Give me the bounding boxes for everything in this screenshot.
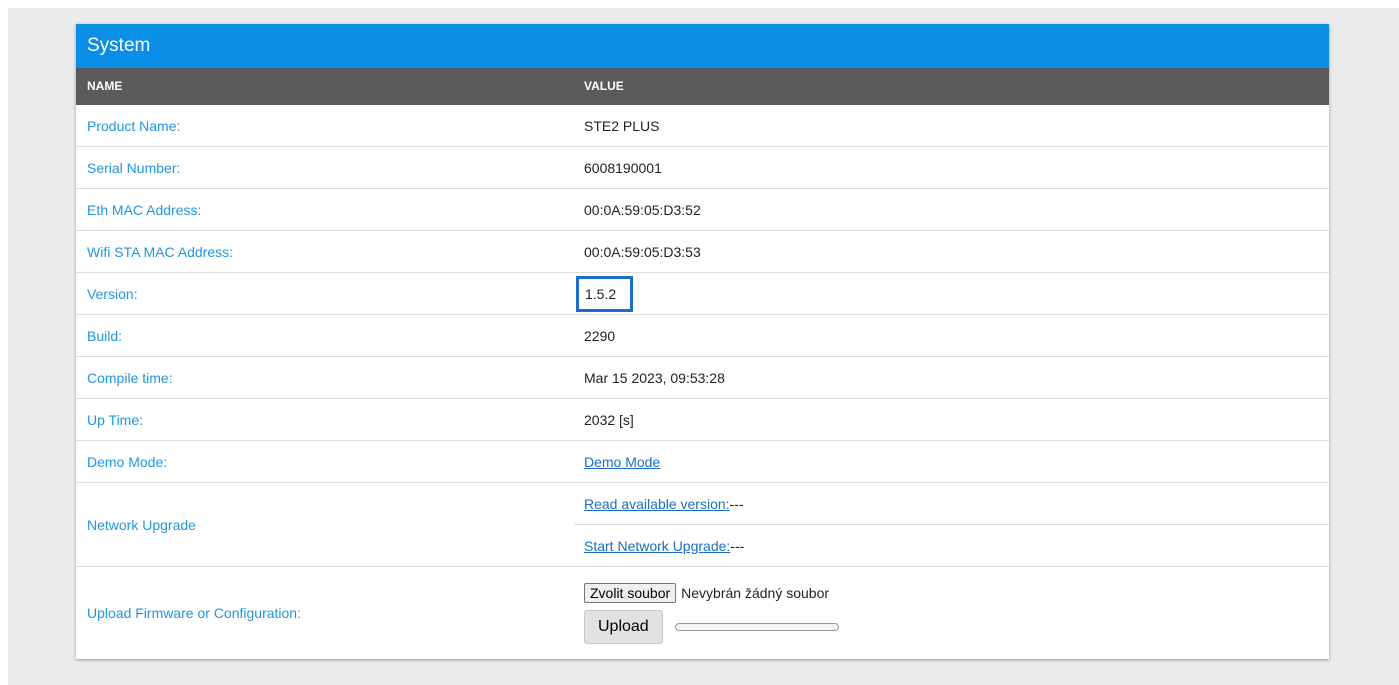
start-upgrade-cell: Start Network Upgrade:--- [574, 524, 1329, 567]
table-row: Upload Firmware or Configuration: Zvolit… [76, 566, 1329, 659]
wifi-mac-value: 00:0A:59:05:D3:53 [574, 230, 1329, 273]
demo-mode-cell: Demo Mode [574, 440, 1329, 483]
demo-mode-label: Demo Mode: [76, 440, 574, 483]
version-value-highlight: 1.5.2 [576, 275, 634, 312]
table-row: Version: 1.5.2 [76, 272, 1329, 315]
eth-mac-label: Eth MAC Address: [76, 188, 574, 231]
upload-label: Upload Firmware or Configuration: [76, 566, 574, 659]
no-file-text: Nevybrán žádný soubor [681, 584, 830, 601]
product-name-value: STE2 PLUS [584, 117, 660, 134]
start-network-upgrade-link[interactable]: Start Network Upgrade: [584, 538, 730, 554]
system-info-table: Product Name: STE2 PLUS Serial Number: 6… [76, 105, 1329, 659]
choose-file-button[interactable]: Zvolit soubor [584, 582, 677, 603]
demo-mode-link[interactable]: Demo Mode [584, 454, 660, 470]
column-header-name: NAME [87, 79, 123, 93]
table-row: Build: 2290 [76, 314, 1329, 357]
table-row: Network Upgrade Read available version:-… [76, 482, 1329, 567]
wifi-mac-label: Wifi STA MAC Address: [76, 230, 574, 273]
upload-button[interactable]: Upload [584, 609, 663, 644]
table-row: Eth MAC Address: 00:0A:59:05:D3:52 [76, 188, 1329, 231]
read-available-version-value: --- [729, 495, 744, 512]
upload-cell: Zvolit soubor Nevybrán žádný soubor Uplo… [574, 566, 1329, 659]
column-header-row: NAME VALUE [76, 68, 1329, 105]
upload-row: Upload [584, 609, 1329, 644]
read-version-cell: Read available version:--- [574, 482, 1329, 525]
compile-time-label: Compile time: [76, 356, 574, 399]
start-network-upgrade-value: --- [730, 537, 745, 554]
serial-number-label: Serial Number: [76, 146, 574, 189]
file-input: Zvolit soubor Nevybrán žádný soubor [584, 582, 1329, 603]
product-name-label: Product Name: [87, 117, 181, 134]
table-row: Wifi STA MAC Address: 00:0A:59:05:D3:53 [76, 230, 1329, 273]
table-row: Product Name: STE2 PLUS [76, 105, 1329, 147]
upload-progress-bar [674, 622, 839, 631]
table-row: Serial Number: 6008190001 [76, 146, 1329, 189]
eth-mac-value: 00:0A:59:05:D3:52 [574, 188, 1329, 231]
serial-number-value: 6008190001 [574, 146, 1329, 189]
up-time-label: Up Time: [76, 398, 574, 441]
read-available-version-link[interactable]: Read available version: [584, 496, 730, 512]
network-upgrade-label: Network Upgrade [76, 482, 574, 567]
version-cell: 1.5.2 [574, 272, 1329, 315]
column-header-value: VALUE [584, 79, 624, 93]
system-panel: System NAME VALUE Product Name: STE2 PLU… [76, 24, 1329, 659]
up-time-value: 2032 [s] [574, 398, 1329, 441]
compile-time-value: Mar 15 2023, 09:53:28 [574, 356, 1329, 399]
version-label: Version: [76, 272, 574, 315]
build-label: Build: [76, 314, 574, 357]
table-row: Up Time: 2032 [s] [76, 398, 1329, 441]
build-value: 2290 [574, 314, 1329, 357]
table-row: Demo Mode: Demo Mode [76, 440, 1329, 483]
panel-title: System [76, 24, 1329, 68]
table-row: Compile time: Mar 15 2023, 09:53:28 [76, 356, 1329, 399]
